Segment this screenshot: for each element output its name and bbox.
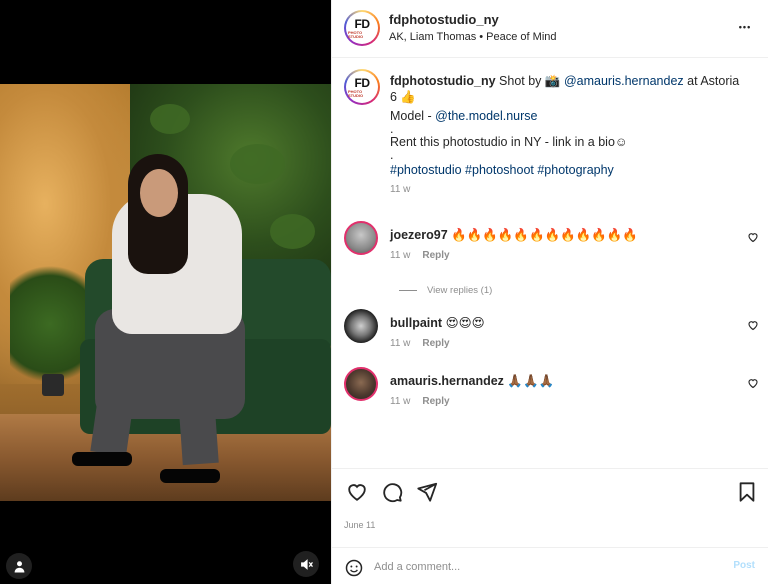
emoji-icon[interactable] [345, 559, 363, 577]
comment-meta: 11 w Reply [390, 396, 450, 407]
reply-button[interactable]: Reply [422, 250, 449, 261]
commenter-avatar[interactable] [344, 309, 378, 343]
comments-list[interactable]: FD PHOTO STUDIO fdphotostudio_ny Shot by… [332, 59, 768, 467]
save-button[interactable] [736, 481, 758, 503]
speaker-muted-icon [300, 558, 313, 570]
photo-leaf [150, 104, 190, 134]
caption-text: Model - [390, 109, 432, 123]
caption-text: Shot by 📸 [499, 74, 561, 88]
comment-time[interactable]: 11 w [390, 338, 410, 349]
comment-body: bullpaint 😍😍😍 [390, 315, 740, 331]
share-button[interactable] [416, 481, 438, 503]
comment-text: 🙏🏾🙏🏾🙏🏾 [507, 374, 555, 388]
add-comment-bar: Post [332, 547, 768, 584]
more-icon: ••• [738, 22, 752, 32]
comment-username[interactable]: bullpaint [390, 316, 442, 330]
user-tag-button[interactable] [6, 553, 32, 579]
reply-button[interactable]: Reply [422, 396, 449, 407]
share-icon [417, 482, 438, 502]
photo-person-shoe [72, 452, 132, 466]
audio-line[interactable]: AK, Liam Thomas • Peace of Mind [389, 31, 557, 43]
photo-person-leg [177, 382, 219, 466]
fd-logo: FD PHOTO STUDIO [348, 14, 376, 42]
comment-text: 😍😍😍 [445, 316, 485, 330]
caption-hashtags[interactable]: #photostudio #photoshoot #photography [390, 162, 740, 178]
view-replies-label: View replies (1) [427, 285, 493, 296]
mention-model[interactable]: @the.model.nurse [435, 109, 537, 123]
caption-avatar[interactable]: FD PHOTO STUDIO [344, 69, 380, 105]
caption-text: . [390, 148, 394, 162]
photo-leaf [230, 144, 285, 184]
post-media[interactable] [0, 0, 331, 584]
user-tag-icon [14, 560, 24, 572]
photo-plant [10, 254, 90, 394]
post-photo[interactable] [0, 84, 331, 501]
photo-leaf [270, 214, 315, 249]
reply-button[interactable]: Reply [422, 338, 449, 349]
comment-body: amauris.hernandez 🙏🏾🙏🏾🙏🏾 [390, 373, 740, 389]
commenter-avatar[interactable] [344, 367, 378, 401]
post-comment-button[interactable]: Post [733, 560, 755, 571]
comment-username[interactable]: amauris.hernandez [390, 374, 504, 388]
photo-person-face [140, 169, 178, 217]
author-avatar[interactable]: FD PHOTO STUDIO [344, 10, 380, 46]
comment-body: joezero97 🔥🔥🔥🔥🔥🔥🔥🔥🔥🔥🔥🔥 [390, 227, 740, 243]
bookmark-icon [739, 482, 755, 502]
mention-photographer[interactable]: @amauris.hernandez [564, 74, 684, 88]
logo-sub-text: PHOTO STUDIO [348, 29, 364, 39]
replies-divider [399, 290, 417, 291]
comment-button[interactable] [381, 481, 403, 503]
caption-text: Rent this photostudio in NY - link in a … [390, 135, 628, 149]
comment-meta: 11 w Reply [390, 250, 450, 261]
post-date[interactable]: June 11 [344, 520, 375, 530]
comment-meta: 11 w Reply [390, 338, 450, 349]
post-header: FD PHOTO STUDIO fdphotostudio_ny AK, Lia… [332, 0, 768, 58]
caption-body: fdphotostudio_ny Shot by 📸 @amauris.hern… [390, 73, 740, 198]
comment-time[interactable]: 11 w [390, 396, 410, 407]
logo-main-text: FD [354, 75, 371, 90]
heart-icon [348, 484, 366, 501]
like-button[interactable] [346, 481, 368, 503]
comment-text: 🔥🔥🔥🔥🔥🔥🔥🔥🔥🔥🔥🔥 [451, 228, 638, 242]
photo-person-shoe [160, 469, 220, 483]
caption-time[interactable]: 11 w [390, 182, 740, 198]
author-username[interactable]: fdphotostudio_ny [389, 12, 499, 27]
photo-pot [42, 374, 64, 396]
fd-logo: FD PHOTO STUDIO [348, 73, 376, 101]
view-replies-button[interactable]: View replies (1) [399, 285, 492, 296]
heart-icon[interactable] [747, 377, 759, 389]
logo-sub-text: PHOTO STUDIO [348, 88, 364, 98]
caption-text: . [390, 122, 394, 136]
mute-button[interactable] [293, 551, 319, 577]
comment-icon [383, 483, 403, 503]
logo-main-text: FD [354, 16, 371, 31]
post-details-panel: FD PHOTO STUDIO fdphotostudio_ny AK, Lia… [331, 0, 768, 584]
action-bar [332, 468, 768, 514]
caption-username[interactable]: fdphotostudio_ny [390, 74, 496, 88]
heart-icon[interactable] [747, 231, 759, 243]
commenter-avatar[interactable] [344, 221, 378, 255]
comment-username[interactable]: joezero97 [390, 228, 448, 242]
add-comment-input[interactable] [374, 558, 714, 576]
comment-time[interactable]: 11 w [390, 250, 410, 261]
more-options-button[interactable]: ••• [737, 19, 753, 35]
heart-icon[interactable] [747, 319, 759, 331]
